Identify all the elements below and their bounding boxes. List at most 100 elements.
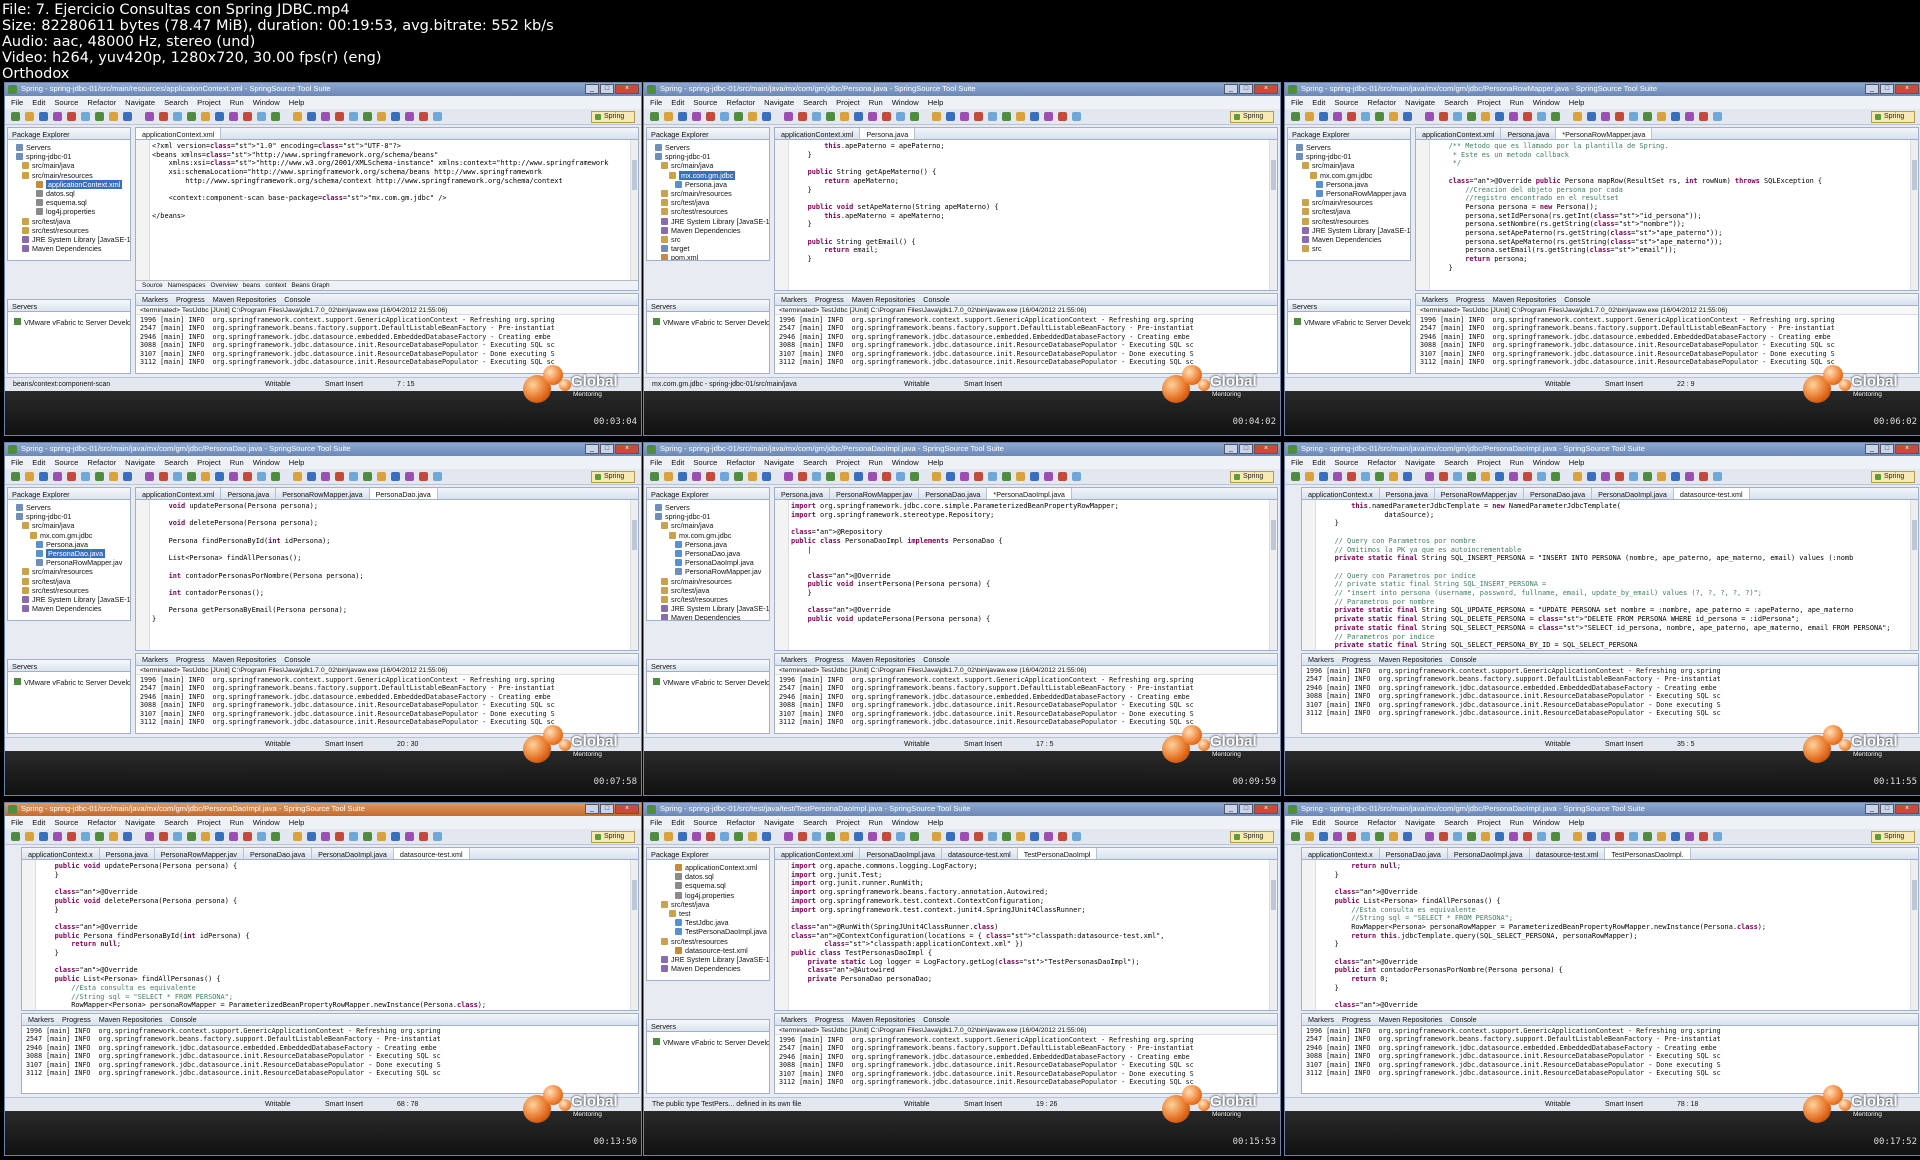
menu-item[interactable]: Help: [1569, 818, 1585, 829]
toolbar-tool-icon[interactable]: [1629, 112, 1638, 121]
menu-item[interactable]: Refactor: [87, 98, 116, 109]
minimize-button[interactable]: _: [1224, 84, 1238, 94]
toolbar-tool-icon[interactable]: [363, 832, 372, 841]
tree-item[interactable]: JRE System Library [JavaSE-1.7]: [10, 595, 130, 604]
toolbar-tool-icon[interactable]: [1643, 112, 1652, 121]
close-button[interactable]: ×: [615, 84, 639, 94]
tree-item[interactable]: TestJdbc.java: [649, 918, 769, 927]
toolbar-tool-icon[interactable]: [678, 832, 687, 841]
toolbar-tool-icon[interactable]: [1305, 472, 1314, 481]
spring-perspective-button[interactable]: Spring: [1230, 831, 1274, 843]
console-tab[interactable]: Progress: [62, 1014, 91, 1025]
spring-perspective-button[interactable]: Spring: [1230, 471, 1274, 483]
toolbar-tool-icon[interactable]: [405, 472, 414, 481]
toolbar-tool-icon[interactable]: [187, 832, 196, 841]
menu-item[interactable]: File: [11, 98, 23, 109]
tree-item[interactable]: Maven Dependencies: [649, 613, 769, 620]
tree-item[interactable]: Persona.java: [1290, 180, 1410, 189]
xml-editor-tab[interactable]: Source: [142, 281, 163, 290]
toolbar-tool-icon[interactable]: [1615, 472, 1624, 481]
tree-item[interactable]: Maven Dependencies: [649, 964, 769, 973]
toolbar-tool-icon[interactable]: [405, 832, 414, 841]
console-tab[interactable]: Maven Repositories: [852, 1014, 916, 1025]
toolbar-tool-icon[interactable]: [187, 472, 196, 481]
maximize-button[interactable]: □: [1239, 84, 1253, 94]
console-tab[interactable]: Markers: [142, 654, 168, 665]
toolbar-tool-icon[interactable]: [159, 832, 168, 841]
menu-item[interactable]: Window: [253, 98, 280, 109]
editor-tab[interactable]: datasource-test.xml: [393, 848, 470, 859]
toolbar-tool-icon[interactable]: [109, 832, 118, 841]
toolbar-tool-icon[interactable]: [123, 112, 132, 121]
tree-item[interactable]: src/test/resources: [649, 937, 769, 946]
toolbar-tool-icon[interactable]: [95, 112, 104, 121]
editor-tab[interactable]: Persona.java: [775, 488, 830, 499]
menu-item[interactable]: Edit: [671, 818, 684, 829]
toolbar-tool-icon[interactable]: [1333, 832, 1342, 841]
editor-scrollbar[interactable]: [1910, 500, 1918, 650]
toolbar-tool-icon[interactable]: [145, 832, 154, 841]
toolbar-tool-icon[interactable]: [1537, 472, 1546, 481]
toolbar-tool-icon[interactable]: [988, 112, 997, 121]
close-button[interactable]: ×: [1895, 84, 1919, 94]
window-title-bar[interactable]: Spring - spring-jdbc-01/src/main/java/mx…: [644, 443, 1280, 456]
xml-editor-tab[interactable]: Overview: [211, 281, 238, 290]
menu-item[interactable]: Window: [253, 458, 280, 469]
close-button[interactable]: ×: [615, 804, 639, 814]
editor-tab[interactable]: Persona.java: [1380, 488, 1435, 499]
toolbar-tool-icon[interactable]: [293, 832, 302, 841]
package-explorer-tab[interactable]: Package Explorer: [8, 128, 130, 140]
menu-item[interactable]: File: [650, 458, 662, 469]
toolbar-tool-icon[interactable]: [706, 472, 715, 481]
spring-perspective-button[interactable]: Spring: [591, 111, 635, 123]
tree-item[interactable]: src: [1290, 244, 1410, 253]
maximize-button[interactable]: □: [600, 804, 614, 814]
toolbar-tool-icon[interactable]: [145, 112, 154, 121]
toolbar-tool-icon[interactable]: [1467, 472, 1476, 481]
console-tab[interactable]: Maven Repositories: [1493, 294, 1557, 305]
toolbar-tool-icon[interactable]: [433, 472, 442, 481]
toolbar-tool-icon[interactable]: [1016, 112, 1025, 121]
menu-item[interactable]: Project: [197, 818, 221, 829]
menu-item[interactable]: Navigate: [764, 818, 794, 829]
toolbar-tool-icon[interactable]: [1551, 832, 1560, 841]
tree-item[interactable]: target: [649, 244, 769, 253]
toolbar-tool-icon[interactable]: [123, 472, 132, 481]
toolbar-tool-icon[interactable]: [1425, 832, 1434, 841]
toolbar-tool-icon[interactable]: [946, 112, 955, 121]
toolbar-tool-icon[interactable]: [1587, 472, 1596, 481]
tree-item[interactable]: PersonaDaoImpl.java: [649, 558, 769, 567]
servers-tab[interactable]: Servers: [647, 300, 769, 312]
editor-tab[interactable]: applicationContext.x: [22, 848, 100, 859]
toolbar-tool-icon[interactable]: [1615, 112, 1624, 121]
maximize-button[interactable]: □: [1880, 444, 1894, 454]
console-tab[interactable]: Progress: [1456, 294, 1485, 305]
tree-item[interactable]: JRE System Library [JavaSE-1.7]: [649, 217, 769, 226]
toolbar-tool-icon[interactable]: [1685, 112, 1694, 121]
menu-item[interactable]: Window: [253, 818, 280, 829]
menu-item[interactable]: Window: [1533, 818, 1560, 829]
tree-item[interactable]: Maven Dependencies: [1290, 235, 1410, 244]
toolbar-tool-icon[interactable]: [349, 112, 358, 121]
editor-tab[interactable]: Persona.java: [100, 848, 155, 859]
tree-item[interactable]: spring-jdbc-01: [649, 152, 769, 161]
toolbar-tool-icon[interactable]: [1523, 112, 1532, 121]
toolbar-tool-icon[interactable]: [67, 112, 76, 121]
toolbar-tool-icon[interactable]: [1030, 832, 1039, 841]
window-title-bar[interactable]: Spring - spring-jdbc-01/src/main/java/mx…: [1285, 443, 1920, 456]
maximize-button[interactable]: □: [1880, 84, 1894, 94]
toolbar-tool-icon[interactable]: [840, 832, 849, 841]
menu-item[interactable]: Source: [693, 98, 717, 109]
toolbar-tool-icon[interactable]: [349, 472, 358, 481]
toolbar-tool-icon[interactable]: [257, 832, 266, 841]
editor-tab[interactable]: PersonaRowMapper.jav: [830, 488, 920, 499]
toolbar-tool-icon[interactable]: [1587, 112, 1596, 121]
toolbar-tool-icon[interactable]: [734, 112, 743, 121]
menu-item[interactable]: Run: [230, 458, 244, 469]
toolbar-tool-icon[interactable]: [650, 112, 659, 121]
tree-item[interactable]: spring-jdbc-01: [1290, 152, 1410, 161]
toolbar-tool-icon[interactable]: [335, 832, 344, 841]
menu-item[interactable]: Project: [1477, 458, 1501, 469]
source-code[interactable]: void updatePersona(Persona persona); voi…: [152, 502, 628, 624]
console-tab[interactable]: Console: [170, 1014, 196, 1025]
